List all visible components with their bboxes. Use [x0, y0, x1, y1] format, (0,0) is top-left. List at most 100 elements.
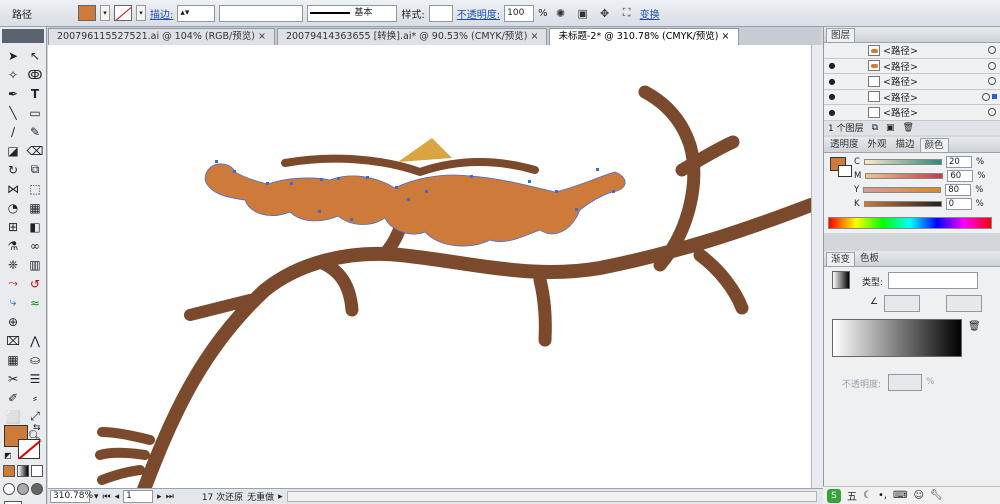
knife-tool-icon[interactable]: ⸗ [25, 389, 45, 406]
cs-rotate-tool-icon[interactable]: ↺ [25, 275, 45, 292]
tab-document-1[interactable]: 200796115527521.ai @ 104% (RGB/预览) × [48, 28, 275, 45]
last-page-icon[interactable]: ⏭ [166, 492, 174, 502]
next-page-icon[interactable]: ▸ [157, 492, 162, 502]
target-icon[interactable] [982, 92, 990, 101]
none-mode-icon[interactable] [31, 465, 43, 477]
stroke-weight-input[interactable]: ▴▾ [177, 4, 216, 22]
base-twig-1[interactable] [97, 427, 155, 445]
direct-selection-tool-icon[interactable]: ↖ [25, 47, 45, 64]
isolate-icon[interactable]: ⛶ [618, 4, 636, 22]
stroke-swatch[interactable] [114, 5, 132, 21]
moon-icon[interactable]: ☾ [863, 490, 872, 501]
tab-layers[interactable]: 图层 [826, 28, 856, 42]
eye-icon[interactable]: ● [824, 77, 840, 86]
lasso-tool-icon[interactable]: ↂ [25, 66, 45, 83]
new-layer-icon[interactable]: ▣ [886, 123, 895, 133]
gradient-mode-icon[interactable] [17, 465, 29, 477]
tools-grip[interactable] [2, 29, 44, 43]
prev-page-icon[interactable]: ◂ [115, 492, 120, 502]
vertical-scrollbar[interactable] [811, 45, 823, 488]
gradient-preview[interactable] [832, 270, 850, 289]
keyboard-icon[interactable]: ⌨ [893, 490, 907, 501]
artboard-tool-icon[interactable]: ⌧ [3, 332, 23, 349]
pen-tool-icon[interactable]: ✒ [3, 85, 23, 102]
layer-name[interactable]: <路径> [883, 74, 918, 88]
eraser-tool-icon[interactable]: ⌫ [25, 142, 45, 159]
flower-cap[interactable] [398, 138, 452, 162]
pencil-tool-icon[interactable]: ✎ [25, 123, 45, 140]
list-tool-icon[interactable]: ☰ [25, 370, 45, 387]
magic-wand-tool-icon[interactable]: ✧ [3, 66, 23, 83]
base-twig-2[interactable] [95, 447, 150, 460]
column-graph-tool-icon[interactable]: ▥ [25, 256, 45, 273]
user-icon[interactable]: ☺ [913, 490, 923, 501]
slice-tool-icon[interactable]: ⋀ [25, 332, 45, 349]
scissors-tool-icon[interactable]: ✂ [3, 370, 23, 387]
layer-row[interactable]: ● <路径> [824, 74, 1000, 90]
default-colors-icon[interactable]: ◩ [4, 451, 12, 460]
selection-tool-icon[interactable]: ➤ [3, 47, 23, 64]
layer-row[interactable]: ● <路径> [824, 105, 1000, 121]
measure-tool-icon[interactable]: ✐ [3, 389, 23, 406]
first-page-icon[interactable]: ⏮ [103, 492, 111, 502]
gradient-type-select[interactable] [888, 271, 978, 289]
draw-behind-icon[interactable] [17, 483, 29, 495]
target-icon[interactable] [988, 46, 996, 55]
black-input[interactable]: 0 [945, 197, 972, 210]
scale-tool-icon[interactable]: ⧉ [25, 161, 45, 178]
align-icon[interactable]: ▣ [574, 4, 592, 22]
branch-up[interactable] [638, 85, 701, 272]
twig-down-right[interactable] [693, 248, 749, 315]
layer-name[interactable]: <路径> [883, 59, 918, 73]
tab-stroke[interactable]: 描边 [892, 138, 919, 152]
cyan-input[interactable]: 20 [945, 155, 972, 168]
layer-row[interactable]: <路径> [824, 43, 1000, 59]
rotate-tool-icon[interactable]: ↻ [3, 161, 23, 178]
blob-brush-tool-icon[interactable]: ◪ [3, 142, 23, 159]
opacity-input[interactable]: 100 [504, 4, 535, 22]
artwork[interactable] [48, 45, 811, 488]
gradient-slider[interactable] [832, 318, 962, 357]
fill-swatch[interactable] [78, 5, 96, 21]
eye-icon[interactable]: ● [824, 61, 840, 70]
stroke-dropdown[interactable]: ▾ [136, 5, 146, 21]
cs-connect-tool-icon[interactable]: ⤷ [3, 294, 23, 311]
rectangle-tool-icon[interactable]: ▭ [25, 104, 45, 121]
symbol-sprayer-tool-icon[interactable]: ❈ [3, 256, 23, 273]
magenta-input[interactable]: 60 [947, 169, 974, 182]
tab-document-3[interactable]: 未标题-2* @ 310.78% (CMYK/预览) × [549, 28, 739, 45]
draw-normal-icon[interactable] [3, 483, 15, 495]
ime-mode-icon[interactable]: 五 [847, 488, 857, 503]
style-select[interactable] [428, 4, 453, 22]
cs-color-tool-icon[interactable]: ⤳ [3, 275, 23, 292]
new-sublayer-icon[interactable]: ⧉ [872, 123, 878, 133]
delete-stop-icon[interactable]: 🗑︎ [968, 321, 981, 332]
aspect-input[interactable] [946, 294, 982, 312]
tab-swatches[interactable]: 色板 [856, 252, 883, 266]
sogou-icon[interactable]: S [827, 488, 841, 503]
grid-tool-icon[interactable]: ▦ [3, 351, 23, 368]
layer-name[interactable]: <路径> [883, 90, 918, 104]
paint-bucket-tool-icon[interactable]: ⛀ [25, 351, 45, 368]
color-spectrum[interactable] [828, 216, 992, 229]
recolor-icon[interactable]: ✺ [552, 4, 570, 22]
layer-row[interactable]: ● <路径> [824, 89, 1000, 105]
tab-appearance[interactable]: 外观 [864, 138, 891, 152]
twig-down-mid[interactable] [533, 273, 552, 347]
target-tool-icon[interactable]: ⊕ [3, 313, 23, 330]
blend-tool-icon[interactable]: ∞ [25, 237, 45, 254]
eyedropper-tool-icon[interactable]: ⚗ [3, 237, 23, 254]
page-input[interactable]: 1 [123, 490, 154, 503]
flower-petals[interactable] [204, 163, 626, 247]
type-tool-icon[interactable]: T [25, 85, 45, 102]
selection-options-icon[interactable]: ✥ [596, 4, 614, 22]
layer-row[interactable]: ● <路径> [824, 58, 1000, 74]
black-slider[interactable] [863, 200, 942, 207]
tab-transparency[interactable]: 透明度 [826, 138, 863, 152]
gradient-tool-icon[interactable]: ◧ [25, 218, 45, 235]
delete-layer-icon[interactable]: 🗑︎ [903, 123, 914, 133]
gradient-opacity-input[interactable] [888, 373, 922, 391]
swap-colors-icon[interactable]: ⇆ [33, 423, 41, 433]
paintbrush-tool-icon[interactable]: ∕ [3, 123, 23, 140]
crop-tool-icon[interactable]: ⬜ [3, 408, 23, 425]
